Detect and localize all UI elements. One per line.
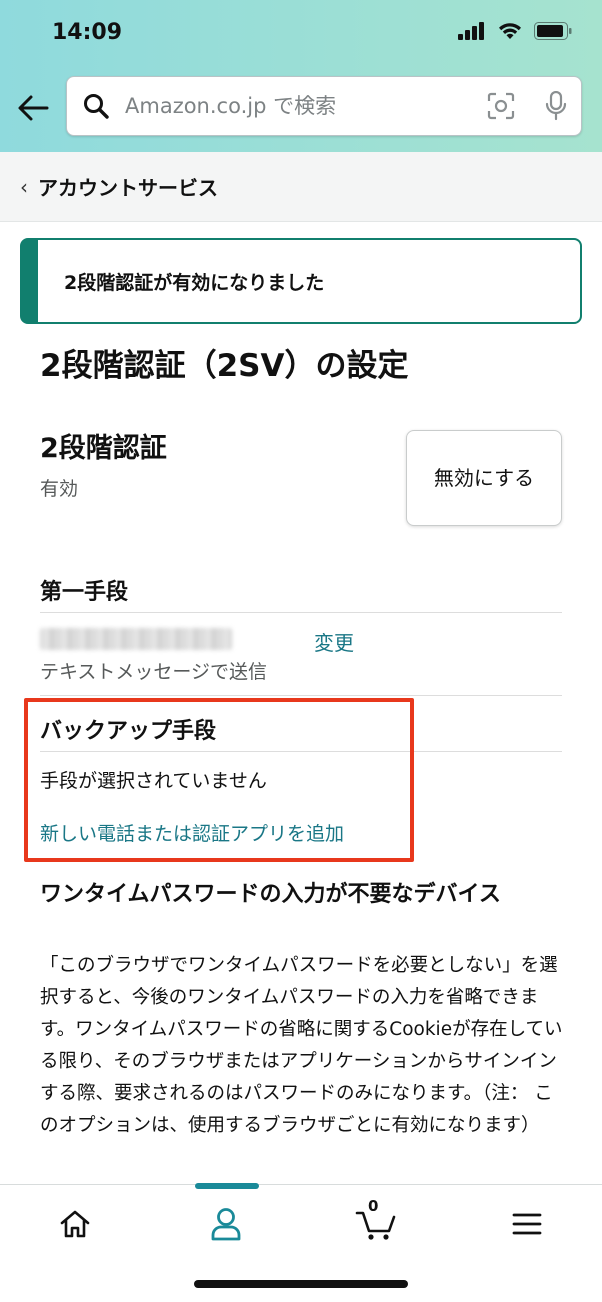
cart-count: 0	[368, 1197, 379, 1215]
back-button[interactable]	[14, 88, 52, 128]
breadcrumb-label: アカウントサービス	[38, 176, 218, 200]
wifi-icon	[499, 23, 521, 39]
page-title: 2段階認証（2SV）の設定	[40, 348, 409, 384]
masked-phone-number	[40, 628, 232, 650]
alert-text: 2段階認証が有効になりました	[64, 271, 325, 294]
primary-method-title: 第一手段	[40, 580, 129, 605]
breadcrumb[interactable]: ‹ アカウントサービス	[0, 152, 602, 222]
delivery-method-text: テキストメッセージで送信	[40, 661, 268, 683]
account-icon	[211, 1208, 241, 1241]
two-step-title: 2段階認証	[40, 433, 167, 464]
change-link[interactable]: 変更	[314, 627, 354, 656]
home-indicator	[194, 1280, 408, 1288]
nav-cart[interactable]: 0	[346, 1197, 406, 1249]
success-alert: 2段階認証が有効になりました	[20, 238, 582, 324]
status-time: 14:09	[52, 20, 123, 45]
search-icon	[81, 91, 111, 121]
nav-home[interactable]	[45, 1199, 105, 1249]
nav-account[interactable]	[196, 1199, 256, 1249]
microphone-icon[interactable]	[545, 91, 567, 121]
otp-section-body: 「このブラウザでワンタイムパスワードを必要としない」を選択すると、今後のワンタイ…	[40, 955, 563, 1136]
search-actions	[487, 91, 567, 121]
highlight-box	[24, 698, 414, 862]
nav-active-indicator	[195, 1183, 259, 1189]
disable-button[interactable]: 無効にする	[406, 430, 562, 526]
status-icons	[458, 22, 572, 40]
battery-icon	[534, 22, 572, 40]
menu-icon	[512, 1213, 542, 1235]
nav-menu[interactable]	[497, 1199, 557, 1249]
home-icon	[60, 1210, 90, 1238]
page: 14:09 Amazon.co.jp で検索 ‹ アカウントサービス 2段階認証…	[0, 0, 602, 1302]
signal-icon	[458, 22, 484, 40]
search-bar[interactable]	[66, 76, 582, 136]
chevron-left-icon: ‹	[20, 174, 28, 199]
divider	[40, 612, 562, 613]
camera-scan-icon[interactable]	[487, 92, 515, 120]
otp-section-title: ワンタイムパスワードの入力が不要なデバイス	[40, 882, 501, 907]
search-input[interactable]	[125, 94, 487, 118]
arrow-left-icon	[18, 95, 49, 121]
two-step-status: 有効	[40, 478, 79, 500]
app-header: 14:09	[0, 0, 602, 152]
divider	[40, 695, 562, 696]
